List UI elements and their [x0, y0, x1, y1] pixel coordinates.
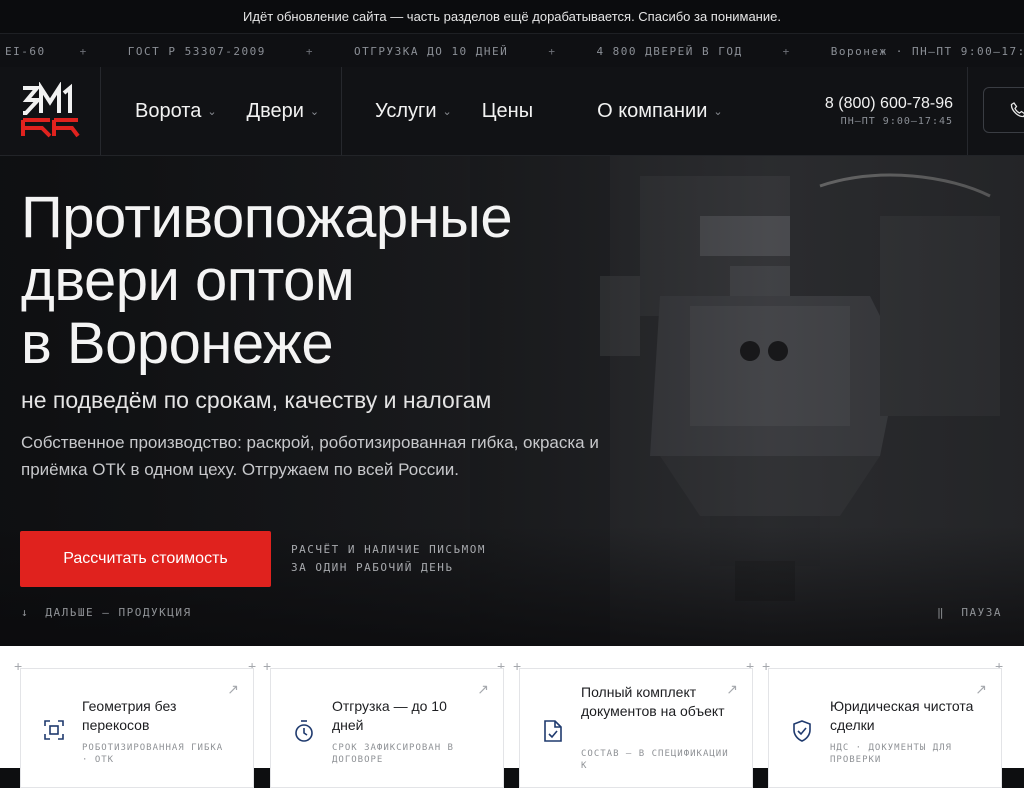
- chevron-down-icon: ⌄: [309, 105, 320, 118]
- nav-item-doors[interactable]: Двери ⌄: [247, 100, 320, 123]
- phone-number[interactable]: 8 (800) 600-78-96: [825, 95, 953, 113]
- nav-item-prices[interactable]: Цены: [482, 100, 533, 123]
- feature-card[interactable]: ↗ Отгрузка — до 10 дней СРОК ЗАФИКСИРОВА…: [270, 668, 504, 788]
- calculate-cost-button[interactable]: Рассчитать стоимость: [20, 531, 271, 587]
- features-strip: + + + + + + + + ↗ Геометрия без перекосо…: [0, 646, 1024, 788]
- ticker-item: ОТГРУЗКА ДО 10 ДНЕЙ: [353, 44, 509, 58]
- ticker-sep: +: [548, 44, 557, 58]
- call-button[interactable]: [983, 87, 1024, 133]
- arrow-down-icon: ↓: [21, 606, 30, 619]
- hero-title-line: Противопожарные: [21, 185, 513, 250]
- arrow-up-right-icon: ↗: [227, 681, 239, 697]
- feature-card[interactable]: ↗ Геометрия без перекосов РОБОТИЗИРОВАНН…: [20, 668, 254, 788]
- nav-label: Ворота: [135, 99, 202, 122]
- contact-block: 8 (800) 600-78-96 ПН–ПТ 9:00–17:45: [800, 67, 968, 155]
- working-hours: ПН–ПТ 9:00–17:45: [840, 116, 953, 127]
- cta-label: Рассчитать стоимость: [63, 550, 228, 567]
- timer-icon: [295, 720, 313, 742]
- chevron-down-icon: ⌄: [207, 105, 217, 118]
- logo-mark-icon: [21, 82, 80, 138]
- ticker-item: EI-60: [5, 44, 46, 58]
- slider-pause-button[interactable]: ‖ ПАУЗА: [937, 606, 1002, 619]
- arrow-up-right-icon: ↗: [975, 681, 987, 697]
- nav-label: Двери: [246, 99, 304, 122]
- nav-item-gates[interactable]: Ворота ⌄: [135, 100, 217, 123]
- feature-note: РОБОТИЗИРОВАННАЯ ГИБКА · ОТК: [82, 743, 224, 765]
- document-check-icon: [544, 720, 562, 742]
- notice-text: Идёт обновление сайта — часть разделов е…: [243, 9, 781, 24]
- chevron-down-icon: ⌄: [442, 105, 452, 118]
- ticker-item: 4 800 ДВЕРЕЙ В ГОД: [596, 44, 743, 58]
- logo[interactable]: [0, 67, 101, 155]
- ticker-item: Воронеж · ПН–ПТ 9:00–17:45: [830, 44, 1024, 58]
- feature-card[interactable]: ↗ Юридическая чистота сделки НДС · ДОКУМ…: [768, 668, 1002, 788]
- chevron-down-icon: ⌄: [713, 105, 723, 118]
- feature-title: Полный комплект документов на объект: [581, 684, 725, 719]
- feature-card[interactable]: ↗ Полный комплект документов на объект С…: [519, 668, 753, 788]
- nav-group-products: Ворота ⌄ Двери ⌄: [101, 67, 342, 155]
- cta-note: РАСЧЁТ И НАЛИЧИЕ ПИСЬМОМ ЗА ОДИН РАБОЧИЙ…: [291, 541, 486, 577]
- nav-label: Цены: [481, 99, 534, 122]
- feature-title: Юридическая чистота сделки: [830, 698, 974, 733]
- main-nav: Ворота ⌄ Двери ⌄ Услуги ⌄ Цены О компани…: [101, 67, 753, 155]
- phone-icon: [1010, 102, 1024, 118]
- pause-label: ПАУЗА: [961, 606, 1002, 619]
- hero-title-line: в Воронеже: [21, 311, 334, 376]
- feature-title: Геометрия без перекосов: [82, 698, 177, 733]
- feature-note: СОСТАВ — В СПЕЦИФИКАЦИИ К: [581, 749, 729, 771]
- notice-bar: Идёт обновление сайта — часть разделов е…: [0, 0, 1024, 33]
- hero-description: Собственное производство: раскрой, робот…: [21, 433, 599, 479]
- ticker-sep: +: [79, 44, 88, 58]
- nav-label: Услуги: [375, 99, 437, 122]
- hero-subtitle: не подведём по срокам, качеству и налога…: [21, 387, 492, 413]
- scroll-next-label: ДАЛЬШЕ — ПРОДУКЦИЯ: [45, 606, 192, 619]
- hero-section: Противопожарные двери оптом в Воронеже н…: [0, 156, 1024, 646]
- site-header: Ворота ⌄ Двери ⌄ Услуги ⌄ Цены О компани…: [0, 67, 1024, 156]
- ticker-item: ГОСТ Р 53307-2009: [127, 44, 266, 58]
- scan-focus-icon: [44, 720, 64, 740]
- ticker-strip: EI-60 + ГОСТ Р 53307-2009 + ОТГРУЗКА ДО …: [0, 33, 1024, 69]
- nav-item-services[interactable]: Услуги ⌄: [375, 100, 452, 123]
- feature-note: СРОК ЗАФИКСИРОВАН В ДОГОВОРЕ: [332, 743, 454, 765]
- nav-group-company: Услуги ⌄ Цены О компании ⌄: [342, 67, 753, 155]
- feature-note: НДС · ДОКУМЕНТЫ ДЛЯ ПРОВЕРКИ: [830, 743, 952, 765]
- cta-note-line: РАСЧЁТ И НАЛИЧИЕ ПИСЬМОМ: [291, 543, 486, 556]
- nav-item-about[interactable]: О компании ⌄: [597, 100, 723, 123]
- ticker-sep: +: [782, 44, 791, 58]
- scroll-next-link[interactable]: ↓ ДАЛЬШЕ — ПРОДУКЦИЯ: [21, 606, 192, 619]
- arrow-up-right-icon: ↗: [477, 681, 489, 697]
- ticker-sep: +: [305, 44, 314, 58]
- hero-title-line: двери оптом: [21, 248, 355, 313]
- feature-title: Отгрузка — до 10 дней: [332, 698, 447, 733]
- shield-check-icon: [793, 720, 811, 742]
- hero-title: Противопожарные двери оптом в Воронеже: [21, 185, 513, 376]
- cta-note-line: ЗА ОДИН РАБОЧИЙ ДЕНЬ: [291, 561, 454, 574]
- nav-label: О компании: [597, 99, 708, 122]
- pause-icon: ‖: [937, 606, 946, 619]
